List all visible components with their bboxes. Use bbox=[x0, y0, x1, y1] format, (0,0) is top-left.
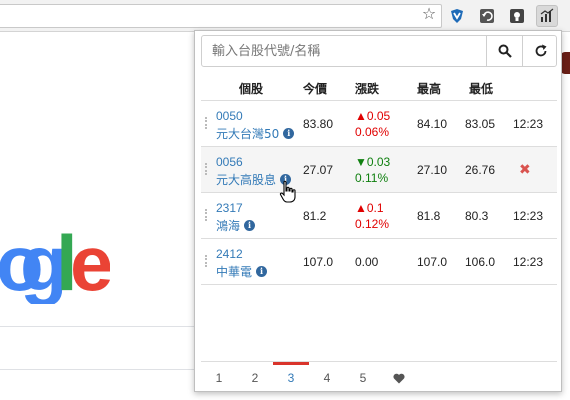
stock-table-header: 個股 今價 漲跌 最高 最低 bbox=[201, 71, 557, 101]
stock-name[interactable]: 中華電 i bbox=[216, 263, 268, 280]
heart-icon bbox=[393, 374, 405, 384]
stock-change: ▼0.03 bbox=[355, 155, 391, 169]
stock-low: 83.05 bbox=[465, 117, 496, 131]
stock-search-bar bbox=[201, 35, 557, 67]
drag-handle-icon[interactable] bbox=[205, 255, 209, 267]
stock-code[interactable]: 0050 bbox=[216, 109, 243, 123]
stock-change-percent: 0.12% bbox=[355, 217, 390, 231]
stock-popup: 個股 今價 漲跌 最高 最低 0050 元大台灣50 i 83.80 ▲0.05 … bbox=[194, 30, 562, 392]
stock-code[interactable]: 2412 bbox=[216, 247, 243, 261]
stock-name-text[interactable]: 鴻海 bbox=[216, 217, 240, 234]
info-icon[interactable]: i bbox=[256, 266, 268, 277]
stock-high: 107.0 bbox=[417, 255, 448, 269]
stock-name-text[interactable]: 元大台灣50 bbox=[216, 125, 279, 142]
stock-chart-extension-icon[interactable] bbox=[536, 5, 558, 27]
remove-stock-icon[interactable]: ✖ bbox=[519, 161, 531, 178]
stock-name[interactable]: 鴻海 i bbox=[216, 217, 256, 234]
info-icon[interactable]: i bbox=[283, 128, 295, 139]
google-search-box[interactable] bbox=[0, 326, 200, 370]
bookmark-star-icon[interactable]: ☆ bbox=[420, 5, 438, 25]
update-time: 12:23 bbox=[513, 117, 544, 131]
stock-row[interactable]: 2412 中華電 i 107.0 0.00 107.0 106.0 12:23 bbox=[201, 239, 557, 285]
stock-name-text[interactable]: 中華電 bbox=[216, 263, 252, 280]
drag-handle-icon[interactable] bbox=[205, 163, 209, 175]
page-tab-3[interactable]: 3 bbox=[273, 362, 309, 391]
shield-extension-icon[interactable] bbox=[446, 5, 468, 27]
stock-low: 26.76 bbox=[465, 163, 496, 177]
stock-price: 83.80 bbox=[303, 117, 334, 131]
search-icon bbox=[498, 44, 512, 58]
stock-price: 27.07 bbox=[303, 163, 334, 177]
address-bar[interactable] bbox=[0, 4, 442, 28]
lightbulb-extension-icon[interactable] bbox=[506, 5, 528, 27]
stock-row[interactable]: 2317 鴻海 i 81.2 ▲0.1 0.12% 81.8 80.3 12:23 bbox=[201, 193, 557, 239]
stock-low: 106.0 bbox=[465, 255, 496, 269]
drag-handle-icon[interactable] bbox=[205, 117, 209, 129]
undo-extension-icon[interactable] bbox=[476, 5, 498, 27]
stock-change-percent: 0.06% bbox=[355, 125, 390, 139]
stock-low: 80.3 bbox=[465, 209, 489, 223]
refresh-button[interactable] bbox=[522, 36, 558, 66]
info-icon[interactable]: i bbox=[244, 220, 256, 231]
google-logo: o g l e bbox=[0, 219, 114, 316]
stock-name[interactable]: 元大台灣50 i bbox=[216, 125, 295, 142]
stock-high: 81.8 bbox=[417, 209, 441, 223]
header-low: 最低 bbox=[469, 82, 494, 96]
stock-price: 107.0 bbox=[303, 255, 334, 269]
header-high: 最高 bbox=[417, 82, 442, 96]
refresh-icon bbox=[535, 44, 546, 57]
page-tab-4[interactable]: 4 bbox=[309, 362, 345, 391]
page-tab-favorites[interactable] bbox=[381, 362, 417, 391]
stock-high: 27.10 bbox=[417, 163, 448, 177]
search-button[interactable] bbox=[486, 36, 522, 66]
svg-text:e: e bbox=[70, 224, 110, 304]
stock-code[interactable]: 2317 bbox=[216, 201, 243, 215]
hand-cursor-icon bbox=[279, 180, 296, 203]
stock-name-text[interactable]: 元大高股息 bbox=[216, 171, 276, 188]
update-time: 12:23 bbox=[513, 209, 544, 223]
page-tab-5[interactable]: 5 bbox=[345, 362, 381, 391]
stock-change-percent: 0.11% bbox=[355, 171, 389, 185]
stock-change: 0.00 bbox=[355, 255, 379, 269]
header-stock: 個股 bbox=[239, 82, 264, 96]
stock-code[interactable]: 0056 bbox=[216, 155, 243, 169]
stock-search-input[interactable] bbox=[202, 36, 486, 66]
page-tab-2[interactable]: 2 bbox=[237, 362, 273, 391]
stock-change: ▲0.05 bbox=[355, 109, 391, 123]
stock-price: 81.2 bbox=[303, 209, 327, 223]
header-price: 今價 bbox=[303, 82, 328, 96]
update-time: 12:23 bbox=[513, 255, 544, 269]
stock-row[interactable]: 0056 元大高股息 i 27.07 ▼0.03 0.11% 27.10 26.7… bbox=[201, 147, 557, 193]
stock-high: 84.10 bbox=[417, 117, 448, 131]
stock-row[interactable]: 0050 元大台灣50 i 83.80 ▲0.05 0.06% 84.10 83.… bbox=[201, 101, 557, 147]
header-change: 漲跌 bbox=[355, 82, 380, 96]
page-tabs: 1 2 3 4 5 bbox=[201, 361, 557, 391]
drag-handle-icon[interactable] bbox=[205, 209, 209, 221]
stock-change: ▲0.1 bbox=[355, 201, 384, 215]
browser-toolbar: ☆ bbox=[0, 0, 570, 32]
page-tab-1[interactable]: 1 bbox=[201, 362, 237, 391]
